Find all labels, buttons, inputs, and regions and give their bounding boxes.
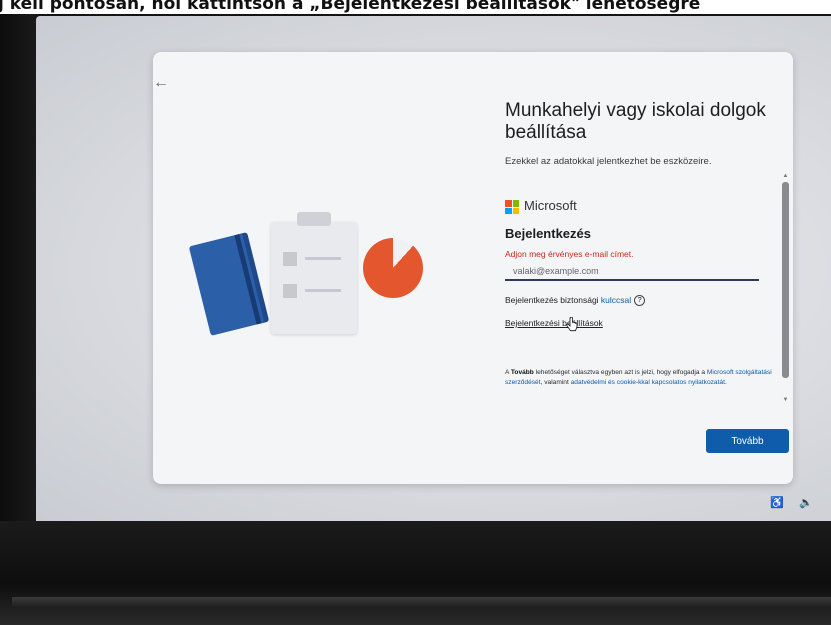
terms-notice: A Tovább lehetőséget választva egyben az… xyxy=(505,368,787,387)
scroll-up-icon[interactable]: ▲ xyxy=(781,172,790,180)
photo-caption-strip: j kell pontosan, hol kattintson a „Bejel… xyxy=(0,0,831,14)
security-key-word: kulccsal xyxy=(600,295,632,305)
terms-end: . xyxy=(724,378,727,386)
setup-dialog: ← Munkahelyi vagy iskolai dolgok beállít… xyxy=(153,52,793,484)
monitor-bezel-left xyxy=(0,14,36,521)
scrollbar[interactable]: ▲ ▼ xyxy=(781,172,790,404)
scrollbar-thumb[interactable] xyxy=(782,182,789,378)
security-key-link[interactable]: Bejelentkezés biztonsági kulccsal? xyxy=(505,295,646,307)
setup-illustration xyxy=(188,202,433,392)
terms-bold: Tovább xyxy=(510,369,534,376)
clipboard-illustration xyxy=(271,212,357,334)
photo-caption-text: j kell pontosan, hol kattintson a „Bejel… xyxy=(0,0,701,14)
security-key-prefix: Bejelentkezés biztonsági xyxy=(505,295,601,305)
signin-heading: Bejelentkezés xyxy=(505,226,591,241)
notebook-illustration xyxy=(188,232,270,336)
monitor-bezel-bottom xyxy=(0,521,831,625)
accessibility-icon[interactable]: ♿ xyxy=(770,496,784,509)
next-button[interactable]: Tovább xyxy=(706,429,789,453)
microsoft-brand-name: Microsoft xyxy=(524,198,577,213)
terms-mid: lehetőséget választva egyben azt is jelz… xyxy=(533,369,707,376)
email-error-message: Adjon meg érvényes e-mail címet. xyxy=(505,249,634,259)
pie-chart-illustration xyxy=(363,238,423,298)
volume-icon[interactable]: 🔈 xyxy=(799,496,813,509)
hand-cursor-icon xyxy=(566,317,578,332)
help-icon[interactable]: ? xyxy=(634,295,646,307)
back-arrow-icon[interactable]: ← xyxy=(153,74,173,92)
page-title: Munkahelyi vagy iskolai dolgok beállítás… xyxy=(505,100,766,143)
terms-mid2: , valamint xyxy=(540,378,571,386)
page-subtitle: Ezekkel az adatokkal jelentkezhet be esz… xyxy=(505,156,712,167)
email-input[interactable] xyxy=(505,263,759,281)
signin-options-link[interactable]: Bejelentkezési beállítások xyxy=(505,318,603,328)
privacy-statement-link[interactable]: adatvédelmi és cookie-kkal kapcsolatos n… xyxy=(571,379,725,386)
microsoft-logo-icon xyxy=(505,200,519,214)
scroll-down-icon[interactable]: ▼ xyxy=(781,396,790,404)
